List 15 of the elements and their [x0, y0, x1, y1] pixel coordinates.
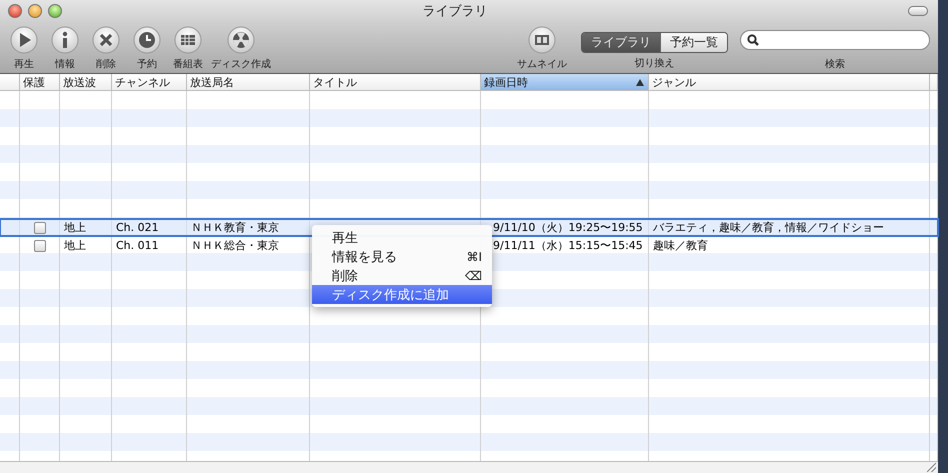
toolbar-label: 検索 [825, 58, 845, 71]
table-cell: Ch. 021 [116, 221, 159, 234]
table-cell: Ch. 011 [116, 239, 159, 252]
shortcut-label: ⌫ [465, 268, 482, 282]
table-cell: 地上 [64, 238, 86, 253]
table-cell: バラエティ，趣味／教育，情報／ワイドショー [653, 220, 884, 235]
table-cell: ＮＨＫ総合・東京 [191, 238, 279, 253]
table-cell: 趣味／教育 [653, 238, 708, 253]
window-title: ライブラリ [422, 3, 488, 20]
table-cell: 地上 [64, 220, 86, 235]
shortcut-label: ⌘I [466, 250, 482, 264]
table-cell: ＮＨＫ教育・東京 [191, 220, 279, 235]
toolbar-label: 切り換え [634, 56, 674, 70]
table-cell: 9/11/10（火）19:25〜19:55 [493, 220, 643, 235]
table-cell: 9/11/11（水）15:15〜15:45 [493, 238, 643, 253]
